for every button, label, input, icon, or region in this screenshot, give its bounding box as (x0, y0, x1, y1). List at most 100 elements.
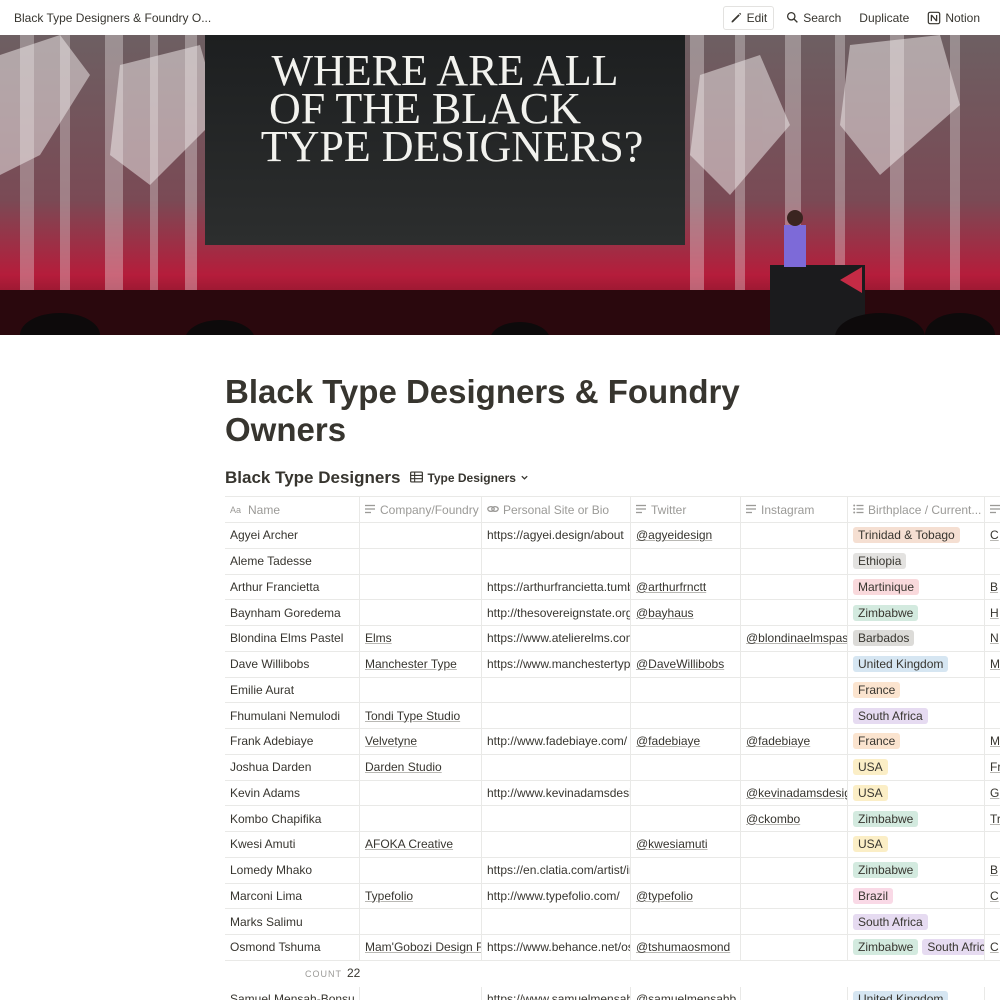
table-row[interactable]: Marconi Lima Typefolio http://www.typefoli… (225, 883, 1000, 910)
table-row[interactable]: Agyei Archer https://agyei.design/about @a… (225, 523, 1000, 549)
cell-birthplace[interactable]: USA (848, 754, 985, 780)
cell-more[interactable]: Tr (985, 806, 1000, 831)
table-row[interactable]: Blondina Elms Pastel Elms https://www.atel… (225, 626, 1000, 652)
cell-instagram[interactable]: @fadebiaye (741, 729, 848, 754)
cell-instagram[interactable] (741, 754, 848, 780)
cell-twitter[interactable]: @samuelmensahb (631, 987, 741, 1000)
column-header-instagram[interactable]: Instagram (741, 497, 848, 522)
cell-instagram[interactable] (741, 987, 848, 1000)
cell-site[interactable] (482, 806, 631, 831)
cell-twitter[interactable]: @kwesiamuti (631, 832, 741, 857)
cell-birthplace[interactable]: Zimbabwe (848, 857, 985, 883)
cell-name[interactable]: Agyei Archer (225, 523, 360, 548)
cell-site[interactable]: https://arthurfrancietta.tumblr.com (482, 574, 631, 600)
cell-instagram[interactable] (741, 935, 848, 960)
cell-company[interactable] (360, 600, 482, 625)
page-breadcrumb[interactable]: Black Type Designers & Foundry O... (14, 11, 211, 25)
duplicate-button[interactable]: Duplicate (853, 7, 915, 29)
table-row[interactable]: Marks Salimu South Africa (225, 909, 1000, 935)
cell-birthplace[interactable]: France (848, 729, 985, 754)
cell-more[interactable]: B (985, 575, 1000, 600)
cell-name[interactable]: Blondina Elms Pastel (225, 626, 360, 651)
cell-twitter[interactable] (631, 548, 741, 574)
search-button[interactable]: Search (780, 7, 847, 29)
cell-instagram[interactable] (741, 548, 848, 574)
cell-instagram[interactable] (741, 523, 848, 548)
cell-birthplace[interactable]: Zimbabwe (848, 806, 985, 831)
cell-birthplace[interactable]: Brazil (848, 883, 985, 909)
cell-instagram[interactable] (741, 677, 848, 703)
cell-instagram[interactable] (741, 909, 848, 934)
edit-button[interactable]: Edit (722, 5, 775, 30)
cell-name[interactable]: Samuel Mensah-Bonsu (225, 987, 360, 1000)
cell-site[interactable]: http://www.typefolio.com/ (482, 883, 631, 909)
cell-birthplace[interactable]: Ethiopia (848, 548, 985, 574)
cell-company[interactable]: AFOKA Creative (360, 832, 482, 857)
cell-twitter[interactable]: @bayhaus (631, 600, 741, 625)
column-header-name[interactable]: Aa Name (225, 497, 360, 522)
cell-company[interactable] (360, 987, 482, 1000)
cell-birthplace[interactable]: Zimbabwe (848, 600, 985, 625)
cell-twitter[interactable]: @DaveWillibobs (631, 651, 741, 677)
cell-twitter[interactable] (631, 909, 741, 934)
cell-twitter[interactable]: @fadebiaye (631, 729, 741, 754)
cell-company[interactable] (360, 806, 482, 831)
cell-name[interactable]: Marks Salimu (225, 909, 360, 934)
cell-birthplace[interactable]: France (848, 677, 985, 703)
cell-company[interactable]: Elms (360, 626, 482, 651)
cell-site[interactable]: https://www.samuelmensah.c (482, 987, 631, 1000)
cell-site[interactable]: https://www.behance.net/osm (482, 935, 631, 960)
cell-more[interactable]: Fr (985, 755, 1000, 780)
cell-company[interactable]: Darden Studio (360, 754, 482, 780)
cell-instagram[interactable] (741, 857, 848, 883)
column-header-twitter[interactable]: Twitter (631, 497, 741, 522)
cell-name[interactable]: Dave Willibobs (225, 651, 360, 677)
cell-company[interactable] (360, 677, 482, 703)
cell-instagram[interactable]: @blondinaelmspastel (741, 626, 848, 651)
cell-company[interactable] (360, 548, 482, 574)
cell-site[interactable] (482, 548, 631, 574)
cell-twitter[interactable]: @arthurfrnctt (631, 574, 741, 600)
cell-company[interactable] (360, 780, 482, 806)
cell-twitter[interactable] (631, 703, 741, 728)
cell-birthplace[interactable]: Trinidad & Tobago (848, 523, 985, 548)
cell-name[interactable]: Kwesi Amuti (225, 832, 360, 857)
cell-more[interactable]: C (985, 935, 1000, 960)
table-row[interactable]: Joshua Darden Darden Studio USA Fr (225, 754, 1000, 781)
cell-name[interactable]: Baynham Goredema (225, 600, 360, 625)
cell-company[interactable]: Manchester Type (360, 651, 482, 677)
cell-instagram[interactable] (741, 574, 848, 600)
cell-site[interactable] (482, 909, 631, 934)
cell-name[interactable]: Aleme Tadesse (225, 548, 360, 574)
cell-name[interactable]: Marconi Lima (225, 883, 360, 909)
cell-site[interactable]: http://www.kevinadamsdesign.com (482, 780, 631, 806)
cell-name[interactable]: Kombo Chapifika (225, 806, 360, 831)
cell-more[interactable]: H (985, 600, 1000, 625)
cell-birthplace[interactable]: South Africa (848, 703, 985, 728)
cell-site[interactable] (482, 754, 631, 780)
column-header-site[interactable]: Personal Site or Bio (482, 497, 631, 522)
cell-twitter[interactable] (631, 677, 741, 703)
cell-birthplace[interactable]: ZimbabweSouth Africa (848, 935, 985, 960)
table-row[interactable]: Osmond Tshuma Mam'Gobozi Design Factory ht… (225, 935, 1000, 961)
cell-company[interactable] (360, 909, 482, 934)
cell-name[interactable]: Lomedy Mhako (225, 857, 360, 883)
table-row[interactable]: Emilie Aurat France (225, 677, 1000, 704)
cell-more[interactable] (985, 678, 1000, 703)
cell-site[interactable] (482, 832, 631, 857)
cell-birthplace[interactable]: Martinique (848, 574, 985, 600)
cell-more[interactable]: B (985, 858, 1000, 883)
cell-birthplace[interactable]: South Africa (848, 909, 985, 934)
notion-button[interactable]: Notion (921, 7, 986, 29)
cell-twitter[interactable]: @typefolio (631, 883, 741, 909)
cell-instagram[interactable]: @kevinadamsdesign (741, 780, 848, 806)
cell-site[interactable]: https://agyei.design/about (482, 523, 631, 548)
cell-birthplace[interactable]: USA (848, 780, 985, 806)
cell-birthplace[interactable]: United Kingdom (848, 651, 985, 677)
cell-birthplace[interactable]: Barbados (848, 626, 985, 651)
cell-name[interactable]: Frank Adebiaye (225, 729, 360, 754)
cell-twitter[interactable]: @tshumaosmond (631, 935, 741, 960)
column-header-more[interactable] (985, 497, 1000, 522)
cell-twitter[interactable] (631, 806, 741, 831)
database-title[interactable]: Black Type Designers (225, 468, 400, 488)
